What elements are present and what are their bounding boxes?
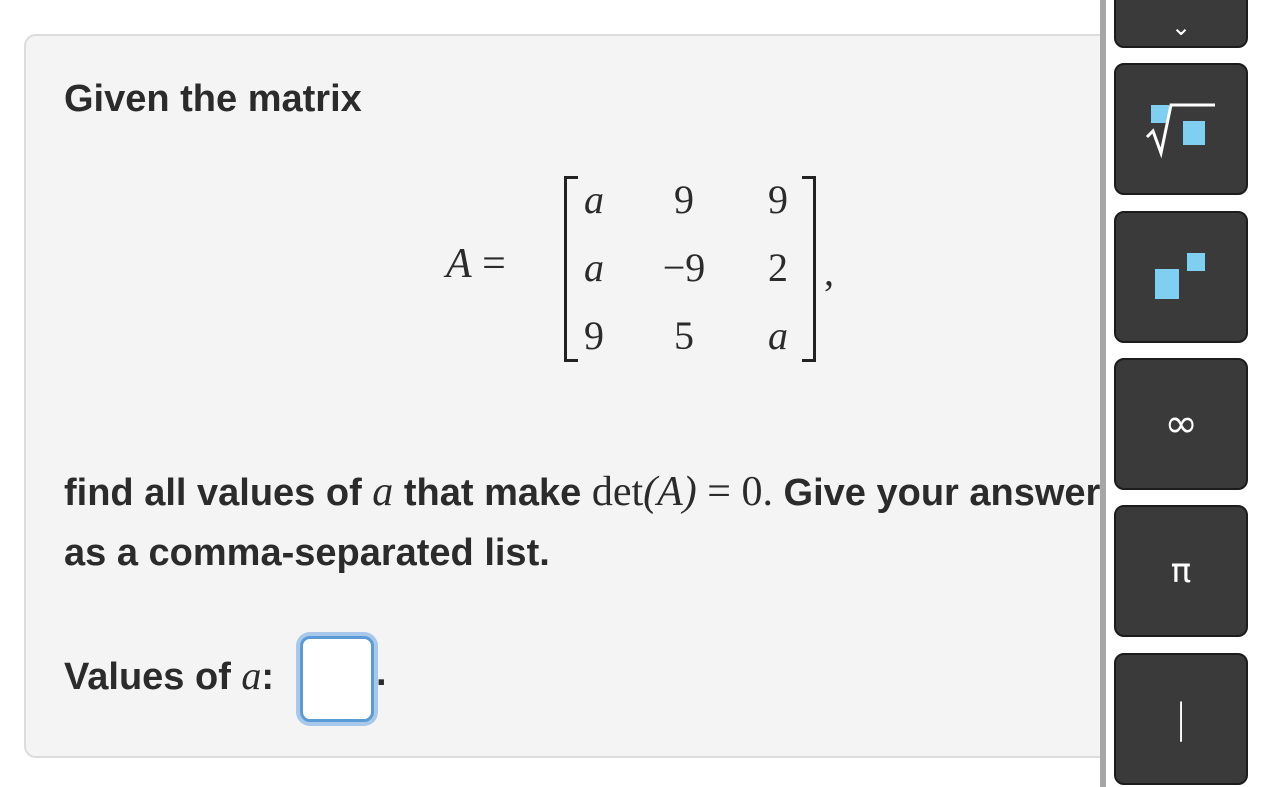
matrix-equation: A = a 9 9 a −9 2 9 5 a , [446,170,866,370]
question-prompt: find all values of a that make det(A) = … [64,462,1104,583]
matrix-cell: 5 [674,313,694,358]
answer-label-text: Values of [64,656,242,698]
matrix-cell: 9 [768,177,788,222]
chevron-icon: ⌄ [1170,13,1192,41]
answer-input[interactable] [300,636,374,722]
question-card [24,34,1144,758]
prompt-text: find all values of [64,472,373,514]
prompt-text: that make [393,472,592,514]
sqrt-key[interactable] [1114,63,1248,195]
exponent-key[interactable] [1114,211,1248,343]
top-partial-key[interactable]: ⌄ [1114,0,1248,48]
question-intro: Given the matrix [64,78,362,120]
answer-label: Values of a: [64,652,274,699]
math-keypad: ⌄ ∞ π | [1106,0,1263,787]
sqrt-icon [1145,103,1215,159]
matrix-lhs: A = [446,241,506,287]
answer-label-colon: : [261,656,275,698]
infinity-key[interactable]: ∞ [1114,358,1248,490]
matrix-comma: , [824,249,834,294]
matrix-cell: a [584,245,604,290]
answer-period: . [376,652,387,694]
matrix-cell: a [768,313,788,358]
matrix-cell: 2 [768,245,788,290]
prompt-variable: a [372,469,394,515]
prompt-det-arg: (A) [643,469,697,515]
matrix-cell: −9 [662,245,706,290]
absolute-value-key[interactable]: | [1114,653,1248,785]
prompt-det: det [591,469,644,515]
matrix-cell: 9 [674,177,694,222]
answer-label-variable: a [241,653,262,698]
bar-icon: | [1174,696,1188,742]
exponent-icon [1155,253,1205,299]
matrix-cell: a [584,177,604,222]
matrix-cell: 9 [584,313,604,358]
pi-icon: π [1170,551,1192,591]
pi-key[interactable]: π [1114,505,1248,637]
infinity-icon: ∞ [1164,401,1198,447]
prompt-equals: = 0. [696,469,773,515]
